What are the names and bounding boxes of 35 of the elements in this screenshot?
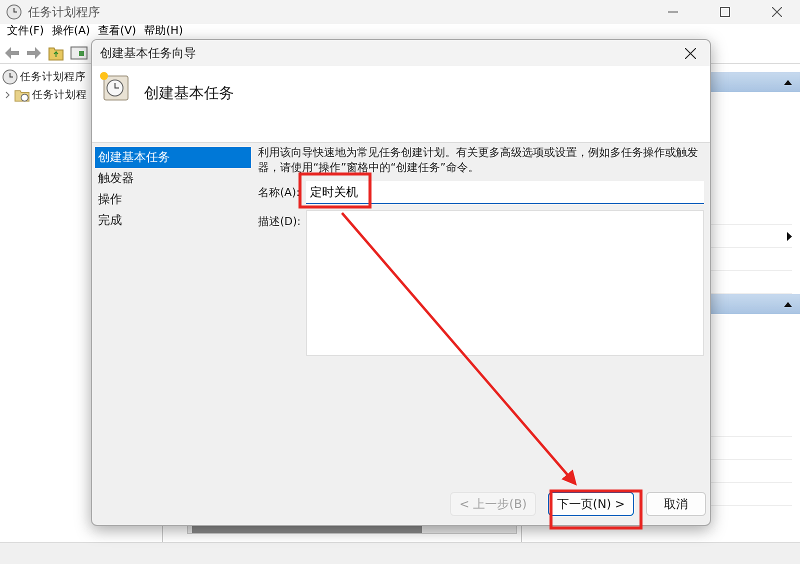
folder-up-icon[interactable] <box>48 44 64 60</box>
wizard-button[interactable]: 下一页(N) > <box>548 492 634 516</box>
panel-icon[interactable] <box>70 44 88 60</box>
intro-text: 利用该向导快速地为常见任务创建计划。有关更多高级选项或设置，例如多任务操作或触发器，请使用“操作”窗格中的“创建任务”命令。 <box>258 145 699 175</box>
task-clock-icon <box>98 70 130 102</box>
close-icon <box>684 48 696 58</box>
menu-item[interactable]: 文件(F) <box>4 24 47 37</box>
app-icon <box>6 4 22 20</box>
collapse-icon[interactable] <box>784 302 792 306</box>
page-heading: 创建基本任务 <box>144 84 234 103</box>
tree-item[interactable]: 任务计划程 <box>32 88 87 102</box>
wizard-button[interactable]: 取消 <box>646 492 706 516</box>
maximize-icon <box>720 7 730 17</box>
back-icon[interactable] <box>4 46 20 60</box>
menu-item[interactable]: 帮助(H) <box>141 24 186 37</box>
close-icon <box>772 7 782 17</box>
clock-icon <box>2 69 18 85</box>
window-title: 任务计划程序 <box>28 4 101 20</box>
menu-item[interactable]: 操作(A) <box>48 24 94 37</box>
field-label: 名称(A): <box>258 185 301 200</box>
step-item[interactable]: 完成 <box>95 210 251 231</box>
step-item[interactable]: 创建基本任务 <box>95 147 251 168</box>
folder-clock-icon <box>14 88 30 102</box>
chevron-icon[interactable] <box>4 91 12 99</box>
tree-item[interactable]: 任务计划程序 <box>20 70 86 84</box>
name-field[interactable]: 定时关机 <box>306 181 704 204</box>
dialog-title: 创建基本任务向导 <box>100 44 197 62</box>
submenu-arrow-icon <box>787 232 792 240</box>
step-item[interactable]: 操作 <box>95 189 251 210</box>
field-label: 描述(D): <box>258 214 302 229</box>
step-item[interactable]: 触发器 <box>95 168 251 189</box>
collapse-icon[interactable] <box>784 80 792 84</box>
menu-item[interactable]: 查看(V) <box>95 24 140 37</box>
description-field[interactable] <box>306 210 704 356</box>
forward-icon[interactable] <box>26 46 42 60</box>
